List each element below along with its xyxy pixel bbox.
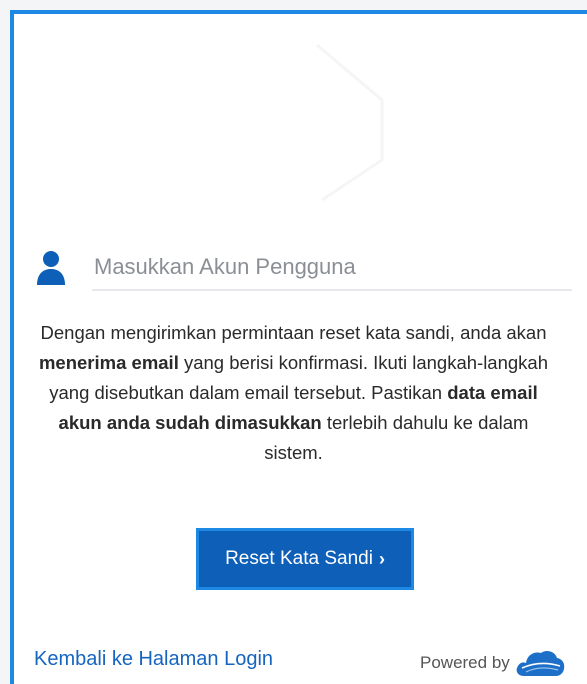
- powered-by: Powered by: [420, 646, 566, 680]
- chevron-right-icon: ›: [378, 548, 385, 569]
- reset-password-button[interactable]: Reset Kata Sandi ›: [196, 528, 414, 590]
- info-text-bold1: menerima email: [38, 352, 179, 373]
- powered-by-text: Powered by: [420, 653, 510, 672]
- reset-button-label: Reset Kata Sandi: [225, 548, 373, 569]
- account-input[interactable]: [92, 245, 572, 291]
- panel-border-top: [10, 10, 587, 14]
- user-icon: [37, 251, 65, 285]
- reset-password-panel: Dengan mengirimkan permintaan reset kata…: [0, 0, 587, 684]
- panel-border-left: [10, 10, 14, 684]
- reset-info-text: Dengan mengirimkan permintaan reset kata…: [30, 318, 557, 468]
- app-logo: [316, 43, 384, 202]
- background-left: [0, 0, 10, 684]
- back-to-login-link[interactable]: Kembali ke Halaman Login: [34, 648, 273, 671]
- cloud-logo: [516, 650, 565, 676]
- background-top: [0, 0, 587, 10]
- info-text-part1: Dengan mengirimkan permintaan reset kata…: [40, 322, 547, 343]
